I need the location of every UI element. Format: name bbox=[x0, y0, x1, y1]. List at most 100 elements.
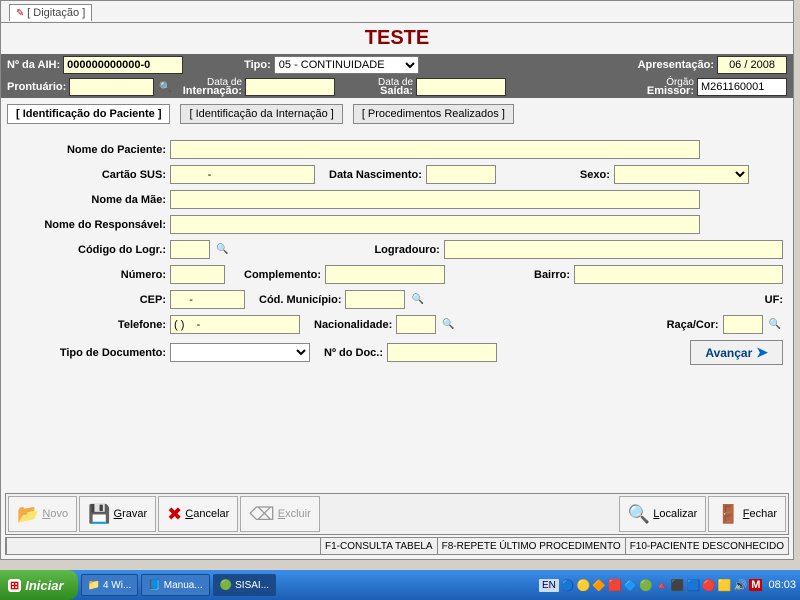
complemento-label: Complemento: bbox=[244, 269, 321, 281]
tray-icon[interactable]: 🟨 bbox=[718, 579, 732, 592]
app-icon: 🟢 bbox=[220, 580, 232, 591]
sexo-label: Sexo: bbox=[580, 169, 610, 181]
cep-label: CEP: bbox=[11, 294, 166, 306]
aih-field[interactable] bbox=[63, 56, 183, 74]
cartao-sus-label: Cartão SUS: bbox=[11, 169, 166, 181]
n-doc-field[interactable] bbox=[387, 343, 497, 362]
data-nasc-field[interactable] bbox=[426, 165, 496, 184]
tipo-label: Tipo: bbox=[244, 59, 271, 71]
language-indicator[interactable]: EN bbox=[539, 579, 559, 592]
tray-icon[interactable]: 🔷 bbox=[624, 579, 638, 592]
apresentacao-field[interactable] bbox=[717, 56, 787, 74]
task-item[interactable]: 📘Manua... bbox=[141, 574, 209, 596]
tray-icon[interactable]: 🔶 bbox=[592, 579, 606, 592]
nome-resp-field[interactable] bbox=[170, 215, 700, 234]
tray-icon[interactable]: M bbox=[749, 579, 762, 591]
numero-field[interactable] bbox=[170, 265, 225, 284]
task-item[interactable]: 📁4 Wi... bbox=[81, 574, 139, 596]
numero-label: Número: bbox=[11, 269, 166, 281]
apresentacao-label: Apresentação: bbox=[638, 59, 714, 71]
status-f8: F8-REPETE ÚLTIMO PROCEDIMENTO bbox=[437, 538, 625, 554]
folder-open-icon: 📂 bbox=[17, 504, 39, 525]
nacionalidade-field[interactable] bbox=[396, 315, 436, 334]
tray-icon[interactable]: 🟡 bbox=[577, 579, 591, 592]
arrow-right-icon: ➤ bbox=[756, 344, 768, 361]
data-saida-field[interactable] bbox=[416, 78, 506, 96]
tipo-doc-label: Tipo de Documento: bbox=[11, 347, 166, 359]
window-tab[interactable]: [ Digitação ] bbox=[9, 4, 92, 21]
tipo-select[interactable]: 05 - CONTINUIDADE bbox=[274, 56, 419, 74]
n-doc-label: Nº do Doc.: bbox=[324, 347, 383, 359]
cancelar-button[interactable]: ✖ Cancelar bbox=[158, 496, 238, 532]
orgao-label2: Emissor: bbox=[647, 87, 694, 96]
cod-mun-label: Cód. Município: bbox=[259, 294, 341, 306]
cep-field[interactable] bbox=[170, 290, 245, 309]
clock: 08:03 bbox=[768, 579, 796, 591]
taskbar: Iniciar 📁4 Wi... 📘Manua... 🟢SISAI... EN … bbox=[0, 570, 800, 600]
tray-icon[interactable]: 🔺 bbox=[655, 579, 669, 592]
save-icon: 💾 bbox=[88, 504, 110, 525]
nome-mae-label: Nome da Mãe: bbox=[11, 194, 166, 206]
binoculars-icon[interactable]: 🔍 bbox=[157, 82, 173, 93]
logradouro-field[interactable] bbox=[444, 240, 783, 259]
bairro-label: Bairro: bbox=[534, 269, 570, 281]
tray-icon[interactable]: ⬛ bbox=[671, 579, 685, 592]
tray-icon[interactable]: 🟢 bbox=[639, 579, 653, 592]
data-intern-label2: Internação: bbox=[183, 87, 242, 96]
page-title: TESTE bbox=[1, 23, 793, 54]
gravar-button[interactable]: 💾 Gravar bbox=[79, 496, 156, 532]
task-item[interactable]: 🟢SISAI... bbox=[213, 574, 276, 596]
novo-button[interactable]: 📂 NNovoovo bbox=[8, 496, 77, 532]
door-icon: 🚪 bbox=[717, 504, 739, 525]
aih-label: Nº da AIH: bbox=[7, 59, 60, 71]
tray-icon[interactable]: 🟦 bbox=[686, 579, 700, 592]
folder-icon: 📁 bbox=[88, 580, 100, 591]
sexo-select[interactable] bbox=[614, 165, 749, 184]
raca-label: Raça/Cor: bbox=[667, 319, 719, 331]
cod-logr-field[interactable] bbox=[170, 240, 210, 259]
binoculars-icon[interactable]: 🔍 bbox=[409, 294, 425, 305]
complemento-field[interactable] bbox=[325, 265, 445, 284]
localizar-button[interactable]: 🔍 Localizar bbox=[619, 496, 706, 532]
tray-icon[interactable]: 🔴 bbox=[702, 579, 716, 592]
nome-paciente-field[interactable] bbox=[170, 140, 700, 159]
nome-paciente-label: Nome do Paciente: bbox=[11, 144, 166, 156]
tab-procedimentos[interactable]: [ Procedimentos Realizados ] bbox=[353, 104, 514, 124]
nacionalidade-label: Nacionalidade: bbox=[314, 319, 392, 331]
uf-label: UF: bbox=[765, 294, 783, 306]
nome-resp-label: Nome do Responsável: bbox=[11, 219, 166, 231]
prontuario-field[interactable] bbox=[69, 78, 154, 96]
telefone-label: Telefone: bbox=[11, 319, 166, 331]
data-saida-label2: Saída: bbox=[378, 87, 413, 96]
excluir-button[interactable]: ⌫ Excluir bbox=[240, 496, 319, 532]
prontuario-label: Prontuário: bbox=[7, 81, 66, 93]
orgao-field[interactable] bbox=[697, 78, 787, 96]
cod-logr-label: Código do Logr.: bbox=[11, 244, 166, 256]
data-intern-field[interactable] bbox=[245, 78, 335, 96]
raca-field[interactable] bbox=[723, 315, 763, 334]
avancar-button[interactable]: Avançar ➤ bbox=[690, 340, 783, 365]
cancel-icon: ✖ bbox=[167, 504, 182, 525]
tray-icon[interactable]: 🟥 bbox=[608, 579, 622, 592]
binoculars-icon[interactable]: 🔍 bbox=[767, 319, 783, 330]
cartao-sus-field[interactable] bbox=[170, 165, 315, 184]
tray-icon[interactable]: 🔵 bbox=[561, 579, 575, 592]
search-icon: 🔍 bbox=[628, 504, 650, 525]
tab-identificacao-internacao[interactable]: [ Identificação da Internação ] bbox=[180, 104, 342, 124]
tray-icon[interactable]: 🔊 bbox=[734, 579, 748, 592]
word-icon: 📘 bbox=[148, 580, 160, 591]
nome-mae-field[interactable] bbox=[170, 190, 700, 209]
binoculars-icon[interactable]: 🔍 bbox=[440, 319, 456, 330]
tab-identificacao-paciente[interactable]: [ Identificação do Paciente ] bbox=[7, 104, 170, 124]
bairro-field[interactable] bbox=[574, 265, 783, 284]
telefone-field[interactable] bbox=[170, 315, 300, 334]
fechar-button[interactable]: 🚪 Fechar bbox=[708, 496, 786, 532]
status-f1: F1-CONSULTA TABELA bbox=[320, 538, 437, 554]
status-f10: F10-PACIENTE DESCONHECIDO bbox=[625, 538, 788, 554]
data-nasc-label: Data Nascimento: bbox=[329, 169, 422, 181]
delete-icon: ⌫ bbox=[249, 504, 274, 525]
tipo-doc-select[interactable] bbox=[170, 343, 310, 362]
start-button[interactable]: Iniciar bbox=[0, 570, 78, 600]
binoculars-icon[interactable]: 🔍 bbox=[214, 244, 230, 255]
cod-mun-field[interactable] bbox=[345, 290, 405, 309]
